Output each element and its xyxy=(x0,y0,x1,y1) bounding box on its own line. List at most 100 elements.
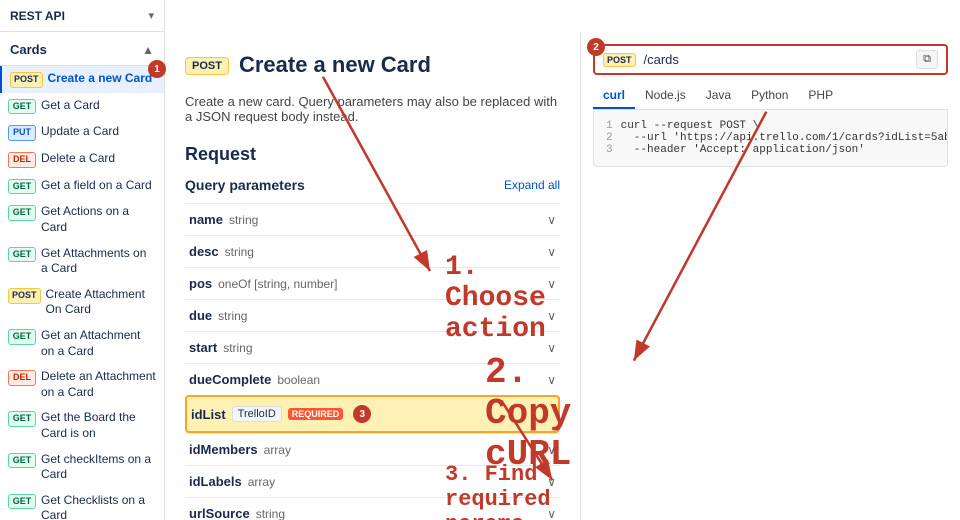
method-badge-1: GET xyxy=(8,99,36,115)
copy-button[interactable]: ⧉ xyxy=(916,50,938,69)
sidebar-item-label-5: Get Actions on a Card xyxy=(41,204,156,235)
lang-tab-curl[interactable]: curl xyxy=(593,83,635,109)
param-name-1: desc xyxy=(189,244,219,259)
params-list: name string ∨ desc string ∨ pos oneOf [stri… xyxy=(185,203,560,520)
param-name-0: name xyxy=(189,212,223,227)
param-row-idLabels: idLabels array ∨ xyxy=(185,465,560,497)
param-type-9: string xyxy=(256,507,285,520)
sidebar-item-9[interactable]: DEL Delete an Attachment on a Card xyxy=(0,364,164,405)
sidebar-item-label-10: Get the Board the Card is on xyxy=(41,410,156,441)
param-chevron-7[interactable]: ∨ xyxy=(547,443,556,457)
param-name-4: start xyxy=(189,340,217,355)
sidebar-item-10[interactable]: GET Get the Board the Card is on xyxy=(0,405,164,446)
annotation-number-1: 1 xyxy=(148,60,166,78)
sidebar-item-label-1: Get a Card xyxy=(41,98,100,114)
param-chevron-5[interactable]: ∨ xyxy=(547,373,556,387)
code-line-0: 1curl --request POST \ xyxy=(606,120,935,132)
param-type-3: string xyxy=(218,309,247,323)
param-left-5: dueComplete boolean xyxy=(189,372,320,387)
param-left-2: pos oneOf [string, number] xyxy=(189,276,338,291)
sidebar-item-0[interactable]: POST Create a new Card xyxy=(0,66,164,93)
method-badge-8: GET xyxy=(8,329,36,345)
sidebar-item-label-8: Get an Attachment on a Card xyxy=(41,328,156,359)
param-name-8: idLabels xyxy=(189,474,242,489)
param-type-8: array xyxy=(248,475,275,489)
param-left-0: name string xyxy=(189,212,258,227)
code-line-1: 2 --url 'https://api.trello.com/1/cards?… xyxy=(606,132,935,144)
param-name-3: due xyxy=(189,308,212,323)
param-name-6: idList xyxy=(191,407,226,422)
param-name-7: idMembers xyxy=(189,442,258,457)
param-chevron-9[interactable]: ∨ xyxy=(547,507,556,520)
method-badge-7: POST xyxy=(8,288,41,304)
param-left-7: idMembers array xyxy=(189,442,291,457)
method-badge-6: GET xyxy=(8,247,36,263)
code-block: 1curl --request POST \2 --url 'https://a… xyxy=(593,110,948,167)
param-row-name: name string ∨ xyxy=(185,203,560,235)
param-left-8: idLabels array xyxy=(189,474,275,489)
lang-tab-java[interactable]: Java xyxy=(696,83,741,109)
param-type-5: boolean xyxy=(277,373,320,387)
param-row-due: due string ∨ xyxy=(185,299,560,331)
api-selector-chevron[interactable]: ▾ xyxy=(148,9,154,22)
sidebar-item-label-11: Get checkItems on a Card xyxy=(41,452,156,483)
method-badge-0: POST xyxy=(10,72,43,88)
main-content: POST Create a new Card Create a new card… xyxy=(165,32,580,520)
param-chevron-0[interactable]: ∨ xyxy=(547,213,556,227)
sidebar-item-5[interactable]: GET Get Actions on a Card xyxy=(0,199,164,240)
sidebar-item-label-2: Update a Card xyxy=(41,124,119,140)
sidebar-item-label-3: Delete a Card xyxy=(41,151,115,167)
sidebar-item-12[interactable]: GET Get Checklists on a Card xyxy=(0,488,164,520)
language-tabs: curlNode.jsJavaPythonPHP xyxy=(593,83,948,110)
page-title: Create a new Card xyxy=(239,52,431,78)
param-type-0: string xyxy=(229,213,258,227)
method-badge-4: GET xyxy=(8,179,36,195)
query-params-label: Query parameters xyxy=(185,177,305,193)
lang-tab-php[interactable]: PHP xyxy=(798,83,843,109)
annotation-number-2: 2 xyxy=(587,38,605,56)
param-row-start: startstring ∨ xyxy=(185,331,560,363)
param-name-5: dueComplete xyxy=(189,372,271,387)
api-selector-label: REST API xyxy=(10,9,65,23)
page-method-badge: POST xyxy=(185,57,229,75)
param-chevron-4[interactable]: ∨ xyxy=(547,341,556,355)
param-chevron-8[interactable]: ∨ xyxy=(547,475,556,489)
param-chevron-1[interactable]: ∨ xyxy=(547,245,556,259)
sidebar-item-label-4: Get a field on a Card xyxy=(41,178,152,194)
sidebar-collapse-toggle[interactable]: ▲ xyxy=(142,43,154,57)
param-required-badge-6: REQUIRED xyxy=(288,408,344,420)
lang-tab-python[interactable]: Python xyxy=(741,83,798,109)
lang-tab-nodejs[interactable]: Node.js xyxy=(635,83,696,109)
sidebar-items-list: POST Create a new Card GET Get a Card PU… xyxy=(0,66,164,520)
sidebar-item-label-6: Get Attachments on a Card xyxy=(41,246,156,277)
sidebar-item-8[interactable]: GET Get an Attachment on a Card xyxy=(0,323,164,364)
params-header: Query parameters Expand all xyxy=(185,177,560,193)
sidebar-cards-label: Cards xyxy=(10,42,47,57)
sidebar-item-11[interactable]: GET Get checkItems on a Card xyxy=(0,447,164,488)
right-panel: 2 POST /cards ⧉ curlNode.jsJavaPythonPHP… xyxy=(580,32,960,520)
method-badge-10: GET xyxy=(8,411,36,427)
sidebar-item-label-9: Delete an Attachment on a Card xyxy=(41,369,156,400)
request-section-title: Request xyxy=(185,144,560,165)
expand-all-button[interactable]: Expand all xyxy=(504,178,560,192)
code-method-badge: POST xyxy=(603,53,636,67)
sidebar-item-1[interactable]: GET Get a Card xyxy=(0,93,164,120)
sidebar-item-4[interactable]: GET Get a field on a Card xyxy=(0,173,164,200)
sidebar-item-3[interactable]: DEL Delete a Card xyxy=(0,146,164,173)
method-badge-2: PUT xyxy=(8,125,36,141)
param-left-6: idListTrelloIDREQUIRED3 xyxy=(191,405,371,423)
param-row-pos: pos oneOf [string, number] ∨ xyxy=(185,267,560,299)
param-chevron-2[interactable]: ∨ xyxy=(547,277,556,291)
annotation-number-3: 3 xyxy=(353,405,371,423)
sidebar-item-2[interactable]: PUT Update a Card xyxy=(0,119,164,146)
code-header: POST /cards ⧉ xyxy=(593,44,948,75)
page-description: Create a new card. Query parameters may … xyxy=(185,94,560,124)
param-type-2: oneOf [string, number] xyxy=(218,277,337,291)
param-name-2: pos xyxy=(189,276,212,291)
param-name-9: urlSource xyxy=(189,506,250,520)
sidebar-item-6[interactable]: GET Get Attachments on a Card xyxy=(0,241,164,282)
param-chevron-3[interactable]: ∨ xyxy=(547,309,556,323)
sidebar-item-7[interactable]: POST Create Attachment On Card xyxy=(0,282,164,323)
method-badge-9: DEL xyxy=(8,370,36,386)
param-type-7: array xyxy=(264,443,291,457)
